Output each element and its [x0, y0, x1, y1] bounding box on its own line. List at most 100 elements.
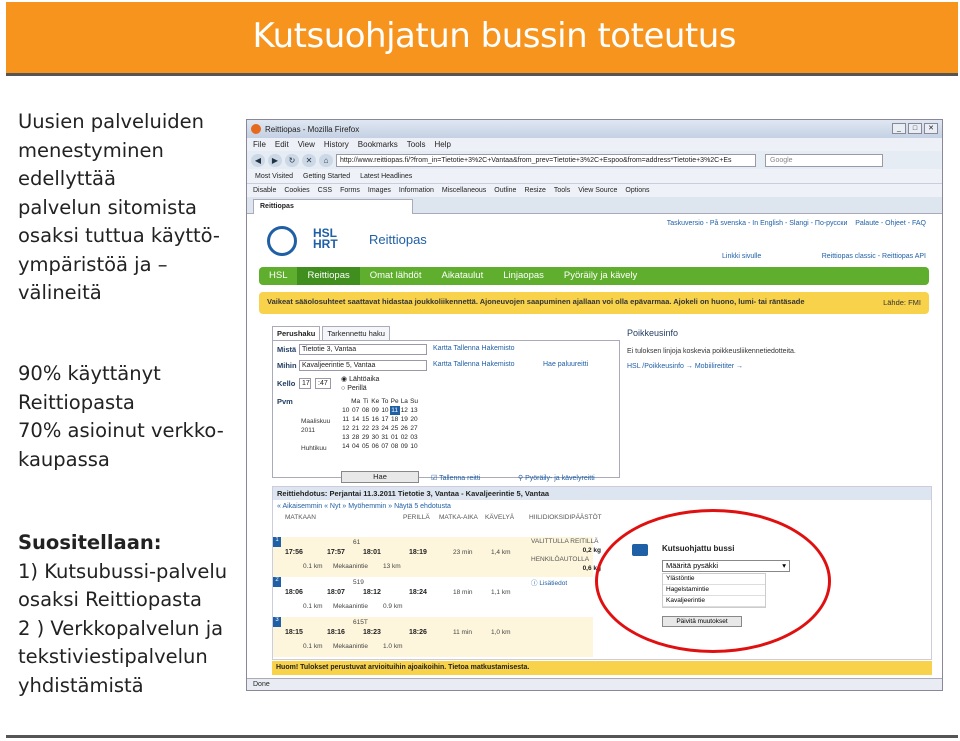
firefox-icon: [251, 124, 261, 134]
tab-reittiopas[interactable]: Reittiopas: [253, 199, 413, 214]
nav-reittiopas[interactable]: Reittiopas: [297, 267, 360, 285]
window-title: Reittiopas - Mozilla Firefox: [265, 124, 360, 134]
text-line: 2 ) Verkkopalvelun ja: [18, 616, 224, 640]
arrival-radio[interactable]: ○ Perillä: [341, 385, 367, 392]
route-row[interactable]: 3 615T 18:15 18:16 18:23 18:26 11 min 1,…: [273, 617, 593, 657]
from-field[interactable]: Tietotie 3, Vantaa: [299, 344, 427, 355]
date-label: Pvm: [277, 397, 293, 406]
nav-omat-lahdot[interactable]: Omat lähdöt: [360, 267, 432, 285]
slide-title-bar: Kutsuohjatun bussin toteutus: [6, 2, 958, 76]
return-route-link[interactable]: Hae paluureitti: [543, 361, 588, 368]
nav-hsl[interactable]: HSL: [259, 267, 297, 285]
tab-perushaku[interactable]: Perushaku: [272, 326, 321, 340]
dev-options[interactable]: Options: [625, 187, 649, 194]
text-line: 90% käyttänyt: [18, 362, 161, 385]
text-line: palvelun sitomista: [18, 195, 197, 219]
text-line: Uusien palveluiden: [18, 110, 204, 133]
results-footnote: Huom! Tulokset perustuvat arvioituihin a…: [272, 661, 932, 675]
main-navigation: HSL Reittiopas Omat lähdöt Aikataulut Li…: [259, 267, 929, 285]
dev-css[interactable]: CSS: [318, 187, 332, 194]
maximize-button[interactable]: □: [908, 123, 922, 134]
text-line: tekstiviestipalvelun: [18, 645, 208, 668]
disruption-text: Ei tuloksen linjoja koskevia poikkeuslii…: [627, 348, 796, 355]
bookmark-getting-started[interactable]: Getting Started: [303, 173, 350, 180]
weather-alert: Vaikeat sääolosuhteet saattavat hidastaa…: [259, 292, 929, 314]
menu-view[interactable]: View: [298, 140, 315, 149]
left-text-block-1: Uusien palveluiden menestyminen edellytt…: [18, 108, 220, 308]
tab-tarkennettu-haku[interactable]: Tarkennettu haku: [322, 326, 390, 340]
date-calendar[interactable]: Ma Ti Ke To Pe La Su 10 07 08 09 10 11 12 13 11 14 15 16…: [341, 397, 419, 451]
menu-help[interactable]: Help: [434, 140, 450, 149]
home-icon[interactable]: ⌂: [319, 153, 333, 167]
menu-file[interactable]: File: [253, 140, 266, 149]
departure-radio[interactable]: ◉ Lähtöaika: [341, 375, 379, 383]
forward-icon[interactable]: ▶: [268, 153, 282, 167]
web-developer-toolbar: Disable Cookies CSS Forms Images Informa…: [247, 183, 942, 197]
nav-pyoraily[interactable]: Pyöräily ja kävely: [554, 267, 647, 285]
dev-resize[interactable]: Resize: [524, 187, 545, 194]
text-line: osaksi Reittiopasta: [18, 588, 202, 611]
navigation-toolbar: ◀ ▶ ↻ ✕ ⌂ http://www.reittiopas.fi/?from…: [247, 151, 942, 169]
bookmarks-toolbar: Most Visited Getting Started Latest Head…: [247, 169, 942, 183]
to-field[interactable]: Kavaljeerintie 5, Vantaa: [299, 360, 427, 371]
results-nav-links[interactable]: « Aikaisemmin « Nyt » Myöhemmin » Näytä …: [273, 500, 931, 513]
hsl-logo-icon: [267, 226, 297, 256]
classic-api-links[interactable]: Reittiopas classic - Reittiopas API: [822, 253, 926, 260]
search-button[interactable]: Hae: [341, 471, 419, 483]
link-to-page[interactable]: Linkki sivulle: [722, 253, 761, 260]
dev-forms[interactable]: Forms: [340, 187, 360, 194]
reittiopas-page: HSL HRT Reittiopas Taskuversio - På svens…: [247, 214, 942, 675]
search-input[interactable]: Google: [765, 153, 883, 167]
save-route-link[interactable]: ☑ Tallenna reitti: [431, 474, 480, 482]
back-icon[interactable]: ◀: [251, 153, 265, 167]
menu-edit[interactable]: Edit: [275, 140, 289, 149]
reload-icon[interactable]: ↻: [285, 153, 299, 167]
hour-field[interactable]: 17: [299, 378, 311, 389]
dev-view-source[interactable]: View Source: [578, 187, 617, 194]
nav-linjaopas[interactable]: Linjaopas: [493, 267, 554, 285]
disruption-title: Poikkeusinfo: [627, 328, 679, 338]
minimize-button[interactable]: _: [892, 123, 906, 134]
address-bar[interactable]: http://www.reittiopas.fi/?from_in=Tietot…: [336, 153, 756, 167]
menu-history[interactable]: History: [324, 140, 349, 149]
dev-disable[interactable]: Disable: [253, 187, 276, 194]
month-labels: Maaliskuu 2011 Huhtikuu: [301, 418, 331, 452]
dev-cookies[interactable]: Cookies: [284, 187, 309, 194]
from-links[interactable]: Kartta Tallenna Hakemisto: [433, 345, 515, 352]
results-columns: MATKAAN PERILLÄ MATKA-AIKA KÄVELYÄ HIILI…: [285, 514, 602, 521]
dev-outline[interactable]: Outline: [494, 187, 516, 194]
dev-information[interactable]: Information: [399, 187, 434, 194]
language-links[interactable]: Taskuversio - På svenska - In English - …: [667, 220, 926, 227]
close-button[interactable]: ✕: [924, 123, 938, 134]
bike-walk-link[interactable]: ⚲ Pyöräily- ja kävelyreitti: [518, 474, 595, 482]
dev-miscellaneous[interactable]: Miscellaneous: [442, 187, 486, 194]
menu-bar: File Edit View History Bookmarks Tools H…: [247, 138, 942, 151]
menu-tools[interactable]: Tools: [407, 140, 426, 149]
co2-info: VALITTULLA REITILLÄ 0,2 kg HENKILÖAUTOLL…: [531, 538, 601, 588]
dev-images[interactable]: Images: [368, 187, 391, 194]
text-line: Reittiopasta: [18, 390, 135, 414]
text-line: ympäristöä ja –: [18, 252, 168, 276]
to-links[interactable]: Kartta Tallenna Hakemisto: [433, 361, 515, 368]
menu-bookmarks[interactable]: Bookmarks: [358, 140, 398, 149]
bottom-divider: [6, 735, 958, 738]
text-line: menestyminen: [18, 138, 164, 162]
route-search-form: Perushaku Tarkennettu haku Mistä Tietoti…: [272, 326, 620, 483]
results-heading: Reittiehdotus: Perjantai 11.3.2011 Tieto…: [273, 487, 931, 500]
dev-tools[interactable]: Tools: [554, 187, 570, 194]
bookmark-most-visited[interactable]: Most Visited: [255, 173, 293, 180]
minute-field[interactable]: :47: [315, 378, 331, 389]
nav-aikataulut[interactable]: Aikataulut: [431, 267, 493, 285]
more-info-link[interactable]: ⓘ Lisätiedot: [531, 579, 601, 588]
hsl-wordmark: HSL HRT: [313, 226, 338, 251]
text-line: 1) Kutsubussi-palvelu: [18, 559, 228, 583]
bookmark-latest-headlines[interactable]: Latest Headlines: [360, 173, 412, 180]
text-line: edellyttää: [18, 167, 116, 190]
window-titlebar: Reittiopas - Mozilla Firefox _ □ ✕: [247, 120, 942, 138]
left-text-block-3: Suositellaan: 1) Kutsubussi-palvelu osak…: [18, 529, 227, 700]
time-label: Kello: [277, 379, 296, 388]
disruption-links[interactable]: HSL /Poikkeusinfo → Mobiilireititer →: [627, 363, 917, 370]
highlight-oval: [595, 509, 831, 653]
text-line: kaupassa: [18, 447, 110, 471]
stop-icon[interactable]: ✕: [302, 153, 316, 167]
